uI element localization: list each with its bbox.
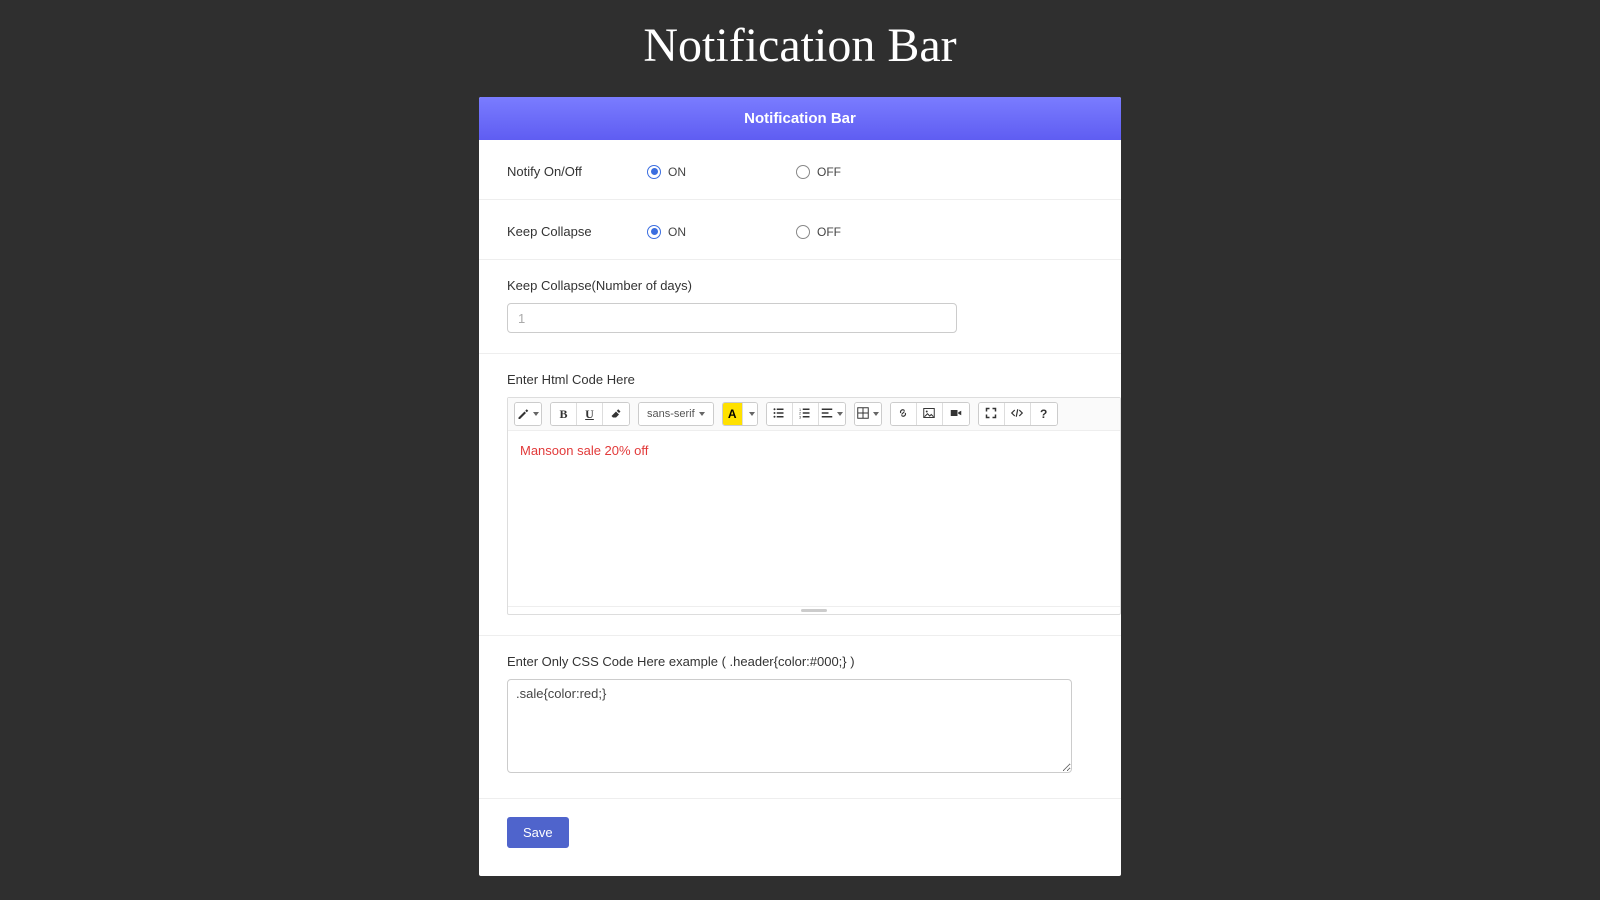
css-code-textarea[interactable] [507,679,1072,773]
font-family-label: sans-serif [647,408,695,420]
style-dropdown-button[interactable] [515,403,541,425]
ordered-list-button[interactable]: 123 [793,403,819,425]
link-button[interactable] [891,403,917,425]
collapse-radio-group: ON OFF [647,225,841,239]
code-icon [1011,407,1023,422]
collapse-on-radio[interactable]: ON [647,225,686,239]
svg-text:2: 2 [799,411,801,415]
ul-icon [773,407,785,422]
editor-toolbar: B U sans-serif A [508,398,1120,431]
radio-icon [796,225,810,239]
collapse-row: Keep Collapse ON OFF [479,200,1121,260]
image-icon [923,407,935,422]
clear-format-button[interactable] [603,403,629,425]
magic-icon [517,407,529,422]
notify-radio-group: ON OFF [647,165,841,179]
page-title: Notification Bar [0,0,1600,97]
editor-resize-handle[interactable] [508,606,1120,614]
table-dropdown[interactable] [855,403,881,425]
html-editor-content[interactable]: Mansoon sale 20% off [508,431,1120,606]
css-code-label: Enter Only CSS Code Here example ( .head… [507,654,1093,669]
video-button[interactable] [943,403,969,425]
paragraph-dropdown[interactable] [819,403,845,425]
collapse-on-label: ON [668,225,686,239]
css-code-section: Enter Only CSS Code Here example ( .head… [479,636,1121,799]
unordered-list-button[interactable] [767,403,793,425]
rich-text-editor: B U sans-serif A [507,397,1121,615]
notify-off-label: OFF [817,165,841,179]
align-icon [821,407,833,422]
collapse-days-section: Keep Collapse(Number of days) [479,260,1121,354]
image-button[interactable] [917,403,943,425]
panel-body: Notify On/Off ON OFF Keep Collapse ON [479,140,1121,876]
radio-icon [647,225,661,239]
radio-icon [796,165,810,179]
eraser-icon [610,407,622,422]
collapse-days-label: Keep Collapse(Number of days) [507,278,1093,293]
settings-panel: Notification Bar Notify On/Off ON OFF Ke… [479,97,1121,876]
notify-row: Notify On/Off ON OFF [479,140,1121,200]
table-icon [857,407,869,422]
fullscreen-button[interactable] [979,403,1005,425]
font-color-button[interactable]: A [723,403,743,425]
radio-icon [647,165,661,179]
panel-header: Notification Bar [479,97,1121,140]
html-editor-section: Enter Html Code Here B U [479,354,1121,636]
help-button[interactable]: ? [1031,403,1057,425]
notify-label: Notify On/Off [507,164,647,179]
video-icon [950,407,962,422]
svg-text:1: 1 [799,407,801,411]
save-button[interactable]: Save [507,817,569,848]
underline-button[interactable]: U [577,403,603,425]
collapse-label: Keep Collapse [507,224,647,239]
collapse-off-radio[interactable]: OFF [796,225,841,239]
link-icon [897,407,909,422]
codeview-button[interactable] [1005,403,1031,425]
fullscreen-icon [985,407,997,422]
notify-on-radio[interactable]: ON [647,165,686,179]
notify-on-label: ON [668,165,686,179]
ol-icon: 123 [799,407,811,422]
collapse-days-input[interactable] [507,303,957,333]
notify-off-radio[interactable]: OFF [796,165,841,179]
svg-text:3: 3 [799,415,801,419]
bold-button[interactable]: B [551,403,577,425]
html-editor-label: Enter Html Code Here [507,372,1093,387]
collapse-off-label: OFF [817,225,841,239]
font-color-dropdown[interactable] [743,403,757,425]
font-family-dropdown[interactable]: sans-serif [639,403,713,425]
